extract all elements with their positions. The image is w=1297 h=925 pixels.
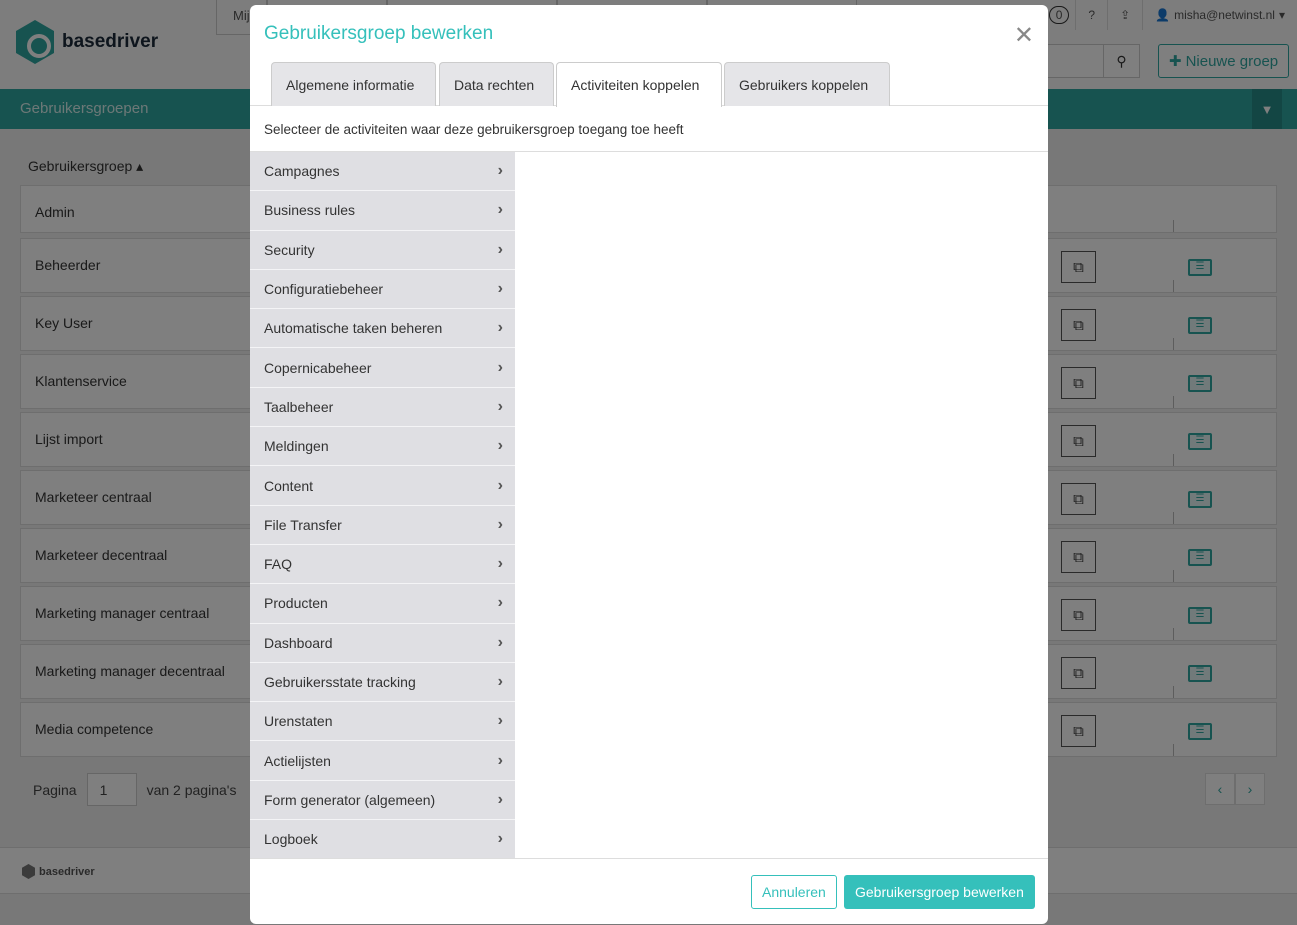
chevron-right-icon: › [497, 397, 503, 415]
tab-gebruikers-koppelen[interactable]: Gebruikers koppelen [724, 62, 890, 106]
activity-label: Producten [264, 595, 328, 612]
activity-item[interactable]: Automatische taken beheren › [250, 309, 515, 349]
chevron-right-icon: › [497, 319, 503, 337]
chevron-right-icon: › [497, 751, 503, 769]
activity-item[interactable]: File Transfer › [250, 505, 515, 545]
activity-item[interactable]: Configuratiebeheer › [250, 269, 515, 310]
divider [250, 858, 1048, 859]
chevron-right-icon: › [497, 830, 503, 848]
chevron-right-icon: › [497, 280, 503, 298]
activity-label: Business rules [264, 202, 356, 219]
chevron-right-icon: › [497, 201, 503, 219]
edit-group-modal: Gebruikersgroep bewerken ✕ Algemene info… [250, 5, 1048, 924]
activity-item[interactable]: Logboek › [250, 820, 515, 860]
chevron-right-icon: › [497, 515, 503, 533]
activity-label: FAQ [264, 556, 293, 573]
close-icon[interactable]: ✕ [1014, 21, 1034, 50]
chevron-right-icon: › [497, 790, 503, 808]
chevron-right-icon: › [497, 555, 503, 573]
modal-tabs: Algemene informatie Data rechten Activit… [250, 62, 1048, 107]
chevron-right-icon: › [497, 712, 503, 730]
activity-item[interactable]: Taalbeheer › [250, 387, 515, 428]
activity-label: Content [264, 477, 314, 494]
chevron-right-icon: › [497, 633, 503, 651]
activity-item[interactable]: Campagnes › [250, 152, 515, 192]
activity-label: Automatische taken beheren [264, 320, 443, 337]
chevron-right-icon: › [497, 162, 503, 180]
activity-item[interactable]: Form generator (algemeen) › [250, 780, 515, 821]
activity-label: Campagnes [264, 163, 340, 180]
chevron-right-icon: › [497, 240, 503, 258]
activity-item[interactable]: Meldingen › [250, 427, 515, 467]
activity-label: Dashboard [264, 634, 333, 651]
activity-label: Taalbeheer [264, 398, 334, 415]
activity-label: Copernicabeheer [264, 359, 372, 376]
activity-item[interactable]: FAQ › [250, 544, 515, 585]
activity-item[interactable]: Urenstaten › [250, 702, 515, 742]
submit-button[interactable]: Gebruikersgroep bewerken [844, 875, 1035, 909]
modal-description: Selecteer de activiteiten waar deze gebr… [264, 122, 684, 137]
activity-label: File Transfer [264, 516, 342, 533]
activity-item[interactable]: Copernicabeheer › [250, 348, 515, 388]
tab-activiteiten-koppelen[interactable]: Activiteiten koppelen [556, 62, 722, 107]
activity-label: Security [264, 241, 315, 258]
chevron-right-icon: › [497, 437, 503, 455]
chevron-right-icon: › [497, 476, 503, 494]
activity-item[interactable]: Gebruikersstate tracking › [250, 662, 515, 703]
tab-data-rechten[interactable]: Data rechten [439, 62, 554, 106]
modal-title: Gebruikersgroep bewerken [264, 23, 494, 44]
activity-item[interactable]: Actielijsten › [250, 741, 515, 781]
activity-item[interactable]: Business rules › [250, 191, 515, 231]
tab-algemene-informatie[interactable]: Algemene informatie [271, 62, 436, 106]
activity-list: Campagnes › Business rules › Security › Config… [250, 152, 515, 860]
activity-item[interactable]: Dashboard › [250, 623, 515, 663]
activity-label: Logboek [264, 831, 318, 848]
activity-label: Gebruikersstate tracking [264, 674, 416, 690]
chevron-right-icon: › [497, 358, 503, 376]
activity-item[interactable]: Security › [250, 230, 515, 270]
activity-label: Urenstaten [264, 713, 333, 730]
chevron-right-icon: › [497, 673, 503, 690]
activity-label: Actielijsten [264, 752, 331, 769]
chevron-right-icon: › [497, 594, 503, 612]
cancel-button[interactable]: Annuleren [751, 875, 837, 909]
activity-label: Configuratiebeheer [264, 281, 384, 298]
activity-item[interactable]: Content › [250, 466, 515, 506]
activity-item[interactable]: Producten › [250, 584, 515, 624]
activity-label: Form generator (algemeen) [264, 791, 436, 808]
activity-label: Meldingen [264, 438, 329, 455]
